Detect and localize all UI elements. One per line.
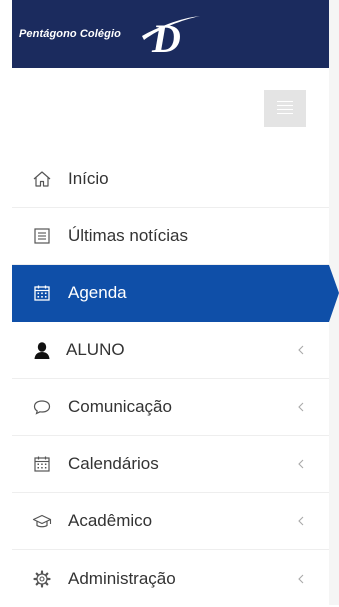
chat-icon bbox=[32, 397, 52, 417]
sidebar-item-inicio[interactable]: Início bbox=[12, 151, 329, 208]
logo-letter: D bbox=[151, 16, 181, 58]
menu-toggle-button[interactable] bbox=[264, 90, 306, 127]
chevron-left-icon bbox=[298, 345, 304, 355]
graduation-cap-icon bbox=[32, 511, 52, 531]
calendar-icon bbox=[32, 454, 52, 474]
sidebar-item-label: Últimas notícias bbox=[68, 226, 188, 245]
sidebar-item-ultimas-noticias[interactable]: Últimas notícias bbox=[12, 208, 329, 265]
hamburger-icon-line bbox=[277, 109, 293, 110]
chevron-left-icon bbox=[298, 516, 304, 526]
sidebar-item-label: Comunicação bbox=[68, 397, 172, 416]
calendar-icon bbox=[32, 283, 52, 303]
sidebar-item-aluno[interactable]: ALUNO bbox=[12, 322, 329, 379]
sidebar-item-agenda[interactable]: Agenda bbox=[12, 265, 339, 322]
sidebar-item-label: Agenda bbox=[68, 283, 127, 302]
sidebar-item-label: ALUNO bbox=[66, 340, 125, 359]
chevron-left-icon bbox=[298, 402, 304, 412]
school-logo-icon: D bbox=[142, 16, 200, 58]
brand-name: Pentágono Colégio bbox=[19, 28, 121, 40]
sidebar-item-calendarios[interactable]: Calendários bbox=[12, 436, 329, 493]
hamburger-icon-line bbox=[277, 101, 293, 102]
hamburger-icon-line bbox=[277, 105, 293, 106]
sidebar-item-administracao[interactable]: Administração bbox=[12, 550, 329, 607]
sidebar-menu: Início Últimas notícias Agenda ALUNO Com… bbox=[12, 151, 339, 607]
sidebar-item-comunicacao[interactable]: Comunicação bbox=[12, 379, 329, 436]
chevron-left-icon bbox=[298, 459, 304, 469]
sidebar-item-label: Administração bbox=[68, 568, 176, 588]
sidebar-item-label: Calendários bbox=[68, 454, 159, 473]
sidebar-item-academico[interactable]: Acadêmico bbox=[12, 493, 329, 550]
sidebar-item-label: Acadêmico bbox=[68, 511, 153, 530]
news-icon bbox=[32, 226, 52, 246]
header-bar: Pentágono Colégio D bbox=[12, 0, 329, 68]
user-icon bbox=[32, 340, 52, 360]
gear-icon bbox=[32, 569, 52, 589]
hamburger-icon-line bbox=[277, 113, 293, 114]
sidebar-item-label: Início bbox=[68, 169, 109, 188]
chevron-left-icon bbox=[298, 574, 304, 583]
home-icon bbox=[32, 169, 52, 189]
